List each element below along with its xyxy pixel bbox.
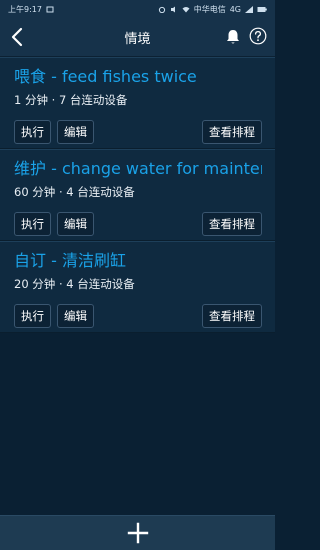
mute-icon [170,6,175,12]
status-network: 4G [229,4,241,14]
scene-card: 维护 - change water for maintenance 60 分钟 … [0,149,275,241]
run-button[interactable]: 执行 [14,212,51,236]
scene-actions: 执行 编辑 查看排程 [14,304,262,328]
view-schedule-button[interactable]: 查看排程 [202,120,262,144]
scene-card: 喂食 - feed fishes twice 1 分钟 · 7 台连动设备 执行… [0,57,275,149]
scene-title: 维护 - change water for maintenance [14,159,262,178]
run-button[interactable]: 执行 [14,120,51,144]
view-schedule-button[interactable]: 查看排程 [202,304,262,328]
edit-button[interactable]: 编辑 [57,304,94,328]
scene-actions: 执行 编辑 查看排程 [14,120,262,144]
alarm-icon [158,6,165,13]
scene-subtitle: 60 分钟 · 4 台连动设备 [14,185,135,199]
run-button[interactable]: 执行 [14,304,51,328]
bottom-bar [0,515,275,550]
edit-button[interactable]: 编辑 [57,212,94,236]
scene-card: 自订 - 清洁刷缸 20 分钟 · 4 台连动设备 执行 编辑 查看排程 [0,241,275,333]
add-icon[interactable] [127,522,149,544]
signal-icon [245,5,253,13]
status-carrier: 中华电信 [193,4,226,14]
page-title: 情境 [124,31,151,47]
status-bar: 上午9:17 中华电信 4G [0,0,275,18]
bell-icon[interactable] [225,28,241,46]
status-right: 中华电信 4G [158,4,267,15]
scene-title: 自订 - 清洁刷缸 [14,251,126,270]
scene-subtitle: 1 分钟 · 7 台连动设备 [14,93,128,107]
notification-icon [46,6,54,12]
wifi-icon [182,6,190,12]
app-header: 情境 [0,18,275,57]
scene-actions: 执行 编辑 查看排程 [14,212,262,236]
status-time: 上午9:17 [8,4,42,14]
edit-button[interactable]: 编辑 [57,120,94,144]
scene-subtitle: 20 分钟 · 4 台连动设备 [14,277,135,291]
scene-title: 喂食 - feed fishes twice [14,67,197,86]
help-icon[interactable] [249,27,267,45]
back-arrow-icon[interactable] [8,26,28,48]
scene-list: 喂食 - feed fishes twice 1 分钟 · 7 台连动设备 执行… [0,57,275,333]
battery-icon [257,6,267,12]
status-left: 上午9:17 [8,4,54,15]
view-schedule-button[interactable]: 查看排程 [202,212,262,236]
